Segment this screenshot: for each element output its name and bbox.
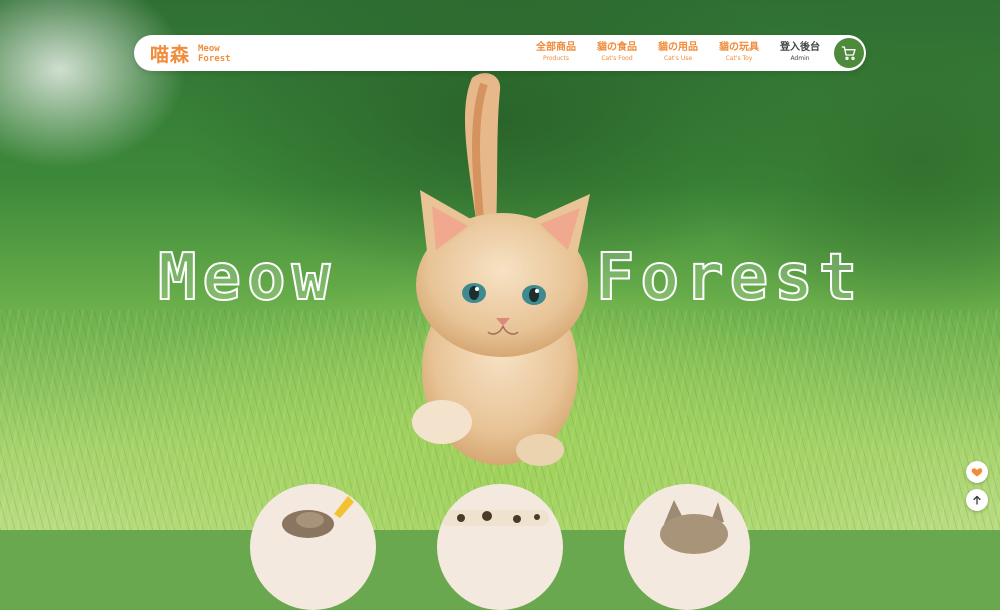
- brand-logo[interactable]: 喵森 Meow Forest: [150, 40, 231, 67]
- nav-item-label: 登入後台: [780, 42, 820, 53]
- scroll-top-button[interactable]: [966, 489, 988, 511]
- category-thumb-use[interactable]: [437, 484, 563, 610]
- nav-item-label: 貓の玩具: [719, 42, 759, 53]
- heart-icon: [971, 468, 983, 477]
- hero-title-left: Meow: [157, 240, 337, 316]
- nav-item-label: 貓の食品: [597, 42, 637, 53]
- nav-item-products[interactable]: 全部商品 Products: [536, 42, 576, 63]
- cart-button[interactable]: [834, 38, 864, 68]
- category-thumb-food[interactable]: [250, 484, 376, 610]
- nav-item-sublabel: Products: [543, 55, 569, 62]
- kitten-illustration: [412, 73, 590, 466]
- nav-item-cats-toy[interactable]: 貓の玩具 Cat's Toy: [719, 42, 759, 63]
- brand-name-en-line1: Meow: [198, 43, 220, 54]
- category-thumb-toy[interactable]: [624, 484, 750, 610]
- brand-name-en-line2: Forest: [198, 53, 231, 64]
- nav-item-cats-use[interactable]: 貓の用品 Cat's Use: [658, 42, 698, 63]
- nav-item-label: 全部商品: [536, 42, 576, 53]
- nav-item-admin[interactable]: 登入後台 Admin: [780, 42, 820, 63]
- like-button[interactable]: [966, 461, 988, 483]
- tabby-cat-image: [660, 500, 728, 554]
- cat-bed-image: [441, 510, 549, 526]
- navbar: 喵森 Meow Forest 全部商品 Products 貓の食品 Cat's …: [134, 35, 866, 71]
- hero-title-right: Forest: [595, 240, 864, 316]
- main-nav: 全部商品 Products 貓の食品 Cat's Food 貓の用品 Cat's…: [515, 42, 820, 63]
- nav-item-sublabel: Admin: [790, 55, 810, 62]
- nav-item-cats-food[interactable]: 貓の食品 Cat's Food: [597, 42, 637, 63]
- nav-item-label: 貓の用品: [658, 42, 698, 53]
- brand-name-en: Meow Forest: [198, 44, 231, 64]
- arrow-up-icon: [973, 495, 981, 505]
- shopping-cart-icon: [841, 46, 856, 60]
- nav-item-sublabel: Cat's Toy: [725, 55, 753, 62]
- cat-with-toy-image: [282, 496, 354, 538]
- nav-item-sublabel: Cat's Food: [601, 55, 633, 62]
- nav-item-sublabel: Cat's Use: [663, 55, 693, 62]
- brand-name-cn: 喵森: [150, 44, 191, 66]
